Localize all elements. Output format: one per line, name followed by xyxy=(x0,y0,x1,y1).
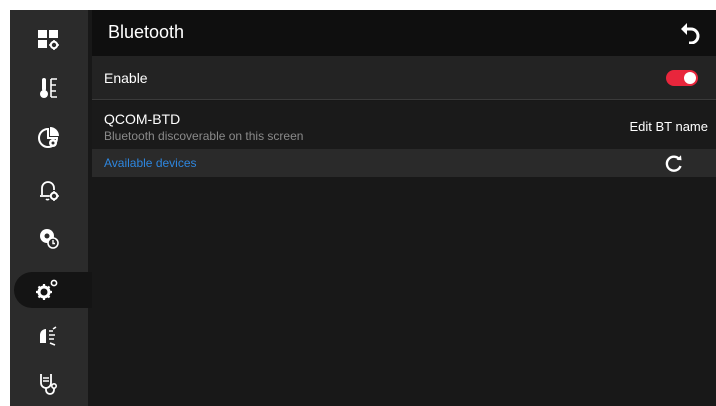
enable-row: Enable xyxy=(92,56,716,100)
main-panel: Bluetooth Enable QCOM-BTD Bluetooth disc… xyxy=(92,10,716,406)
enable-label: Enable xyxy=(104,70,148,86)
available-devices-row: Available devices xyxy=(92,149,716,177)
timer-settings-icon xyxy=(40,229,59,249)
nav-item-temperature[interactable] xyxy=(10,64,88,112)
nav-item-pie-settings[interactable] xyxy=(10,114,88,162)
network-signal-icon xyxy=(40,326,57,346)
pie-settings-icon xyxy=(38,127,59,148)
nav-item-alarm-settings[interactable] xyxy=(10,166,88,214)
nav-item-stethoscope[interactable] xyxy=(10,360,88,406)
nav-item-network[interactable] xyxy=(10,312,88,360)
edit-bt-name-button[interactable]: Edit BT name xyxy=(629,119,708,134)
nav-item-timer-settings[interactable] xyxy=(10,214,88,262)
nav-item-gears[interactable] xyxy=(14,272,98,308)
dashboard-settings-icon xyxy=(38,30,59,50)
device-row: QCOM-BTD Bluetooth discoverable on this … xyxy=(92,101,716,149)
stethoscope-icon xyxy=(40,374,58,395)
enable-toggle[interactable] xyxy=(666,70,698,86)
page-title: Bluetooth xyxy=(108,22,185,42)
temperature-icon xyxy=(40,78,57,98)
toggle-knob xyxy=(684,72,696,84)
device-subtitle: Bluetooth discoverable on this screen xyxy=(104,129,304,143)
device-name: QCOM-BTD xyxy=(104,111,181,127)
available-devices-label: Available devices xyxy=(104,156,197,170)
nav-item-dashboard[interactable] xyxy=(10,16,88,64)
gears-icon xyxy=(36,279,58,300)
alarm-settings-icon xyxy=(40,181,59,201)
back-arrow-icon[interactable] xyxy=(678,20,702,44)
screen: Bluetooth Enable QCOM-BTD Bluetooth disc… xyxy=(10,10,716,406)
header-bar: Bluetooth xyxy=(92,10,716,56)
refresh-icon[interactable] xyxy=(664,153,684,173)
sidebar xyxy=(10,10,98,406)
